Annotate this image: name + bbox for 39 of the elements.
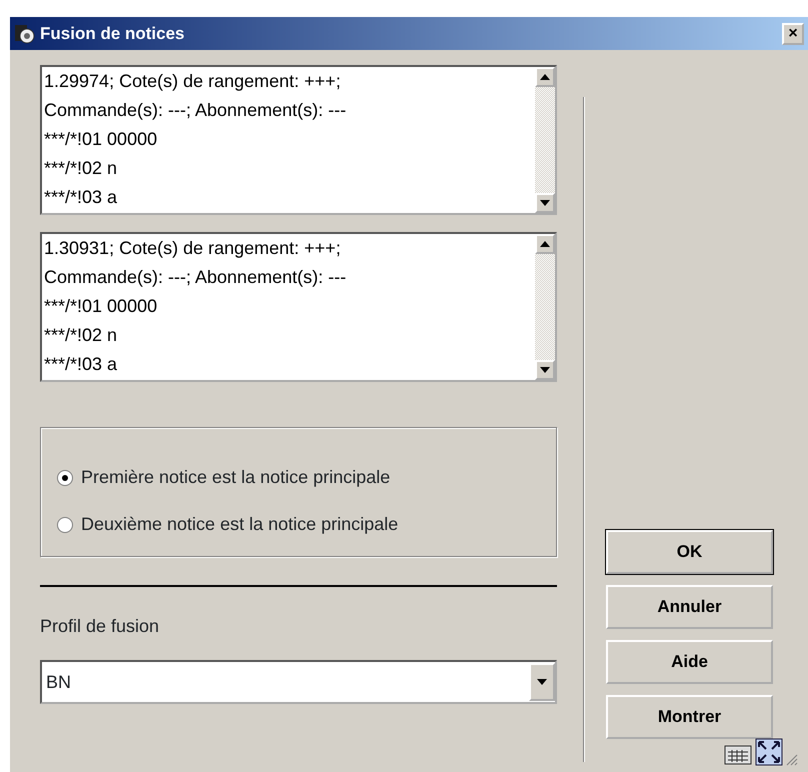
- dialog-button[interactable]: Montrer: [606, 695, 773, 739]
- record-line: ***/*!02 n: [44, 324, 118, 347]
- record-line: Commande(s): ---; Abonnement(s): ---: [44, 99, 348, 122]
- dialog-button[interactable]: Annuler: [606, 585, 773, 629]
- record-line: Commande(s): ---; Abonnement(s): ---: [44, 266, 348, 289]
- scrollbar[interactable]: [535, 67, 555, 213]
- close-button[interactable]: ×: [782, 22, 804, 44]
- radio-button[interactable]: [57, 516, 73, 532]
- expand-icon[interactable]: [755, 738, 783, 766]
- dialog-button[interactable]: Aide: [606, 640, 773, 684]
- up-triangle-icon: [540, 74, 550, 80]
- up-triangle-icon: [540, 241, 550, 247]
- record-line: ***/*!03 a: [44, 353, 118, 376]
- radio-label[interactable]: Première notice est la notice principale: [81, 464, 390, 491]
- down-triangle-icon: [540, 367, 550, 373]
- scrollbar[interactable]: [535, 234, 555, 380]
- profile-dropdown[interactable]: BN: [40, 660, 557, 704]
- record-line: ***/*!01 00000: [44, 295, 158, 318]
- resize-grip-icon[interactable]: [786, 754, 798, 766]
- dialog-button[interactable]: OK: [606, 530, 773, 574]
- scroll-up-button[interactable]: [535, 67, 555, 87]
- scroll-up-button[interactable]: [535, 234, 555, 254]
- scroll-down-button[interactable]: [535, 360, 555, 380]
- scroll-down-button[interactable]: [535, 193, 555, 213]
- field-label: Profil de fusion: [40, 615, 160, 638]
- record-line: ***/*!02 n: [44, 157, 118, 180]
- record-line: ***/*!03 a: [44, 186, 118, 209]
- down-triangle-icon: [540, 200, 550, 206]
- app-icon: [14, 22, 36, 44]
- record-line: ***/*!01 00000: [44, 128, 158, 151]
- record-line: 1.29974; Cote(s) de rangement: +++;: [44, 70, 342, 93]
- record-text-area[interactable]: 1.29974; Cote(s) de rangement: +++; Commande(s): ---; Abonnement(s): --- ***/*!01 00000 ***/*!02 n ***/*!03 a: [40, 65, 557, 215]
- window-title: Fusion de notices: [40, 22, 185, 45]
- dropdown-arrow-button[interactable]: [529, 663, 555, 701]
- radio-button[interactable]: [57, 470, 73, 486]
- record-text-area[interactable]: 1.30931; Cote(s) de rangement: +++; Commande(s): ---; Abonnement(s): --- ***/*!01 00000 ***/*!02 n ***/*!03 a: [40, 232, 557, 382]
- record-line: 1.30931; Cote(s) de rangement: +++;: [44, 237, 342, 260]
- radio-label[interactable]: Deuxième notice est la notice principale: [81, 511, 398, 538]
- down-triangle-icon: [537, 679, 547, 685]
